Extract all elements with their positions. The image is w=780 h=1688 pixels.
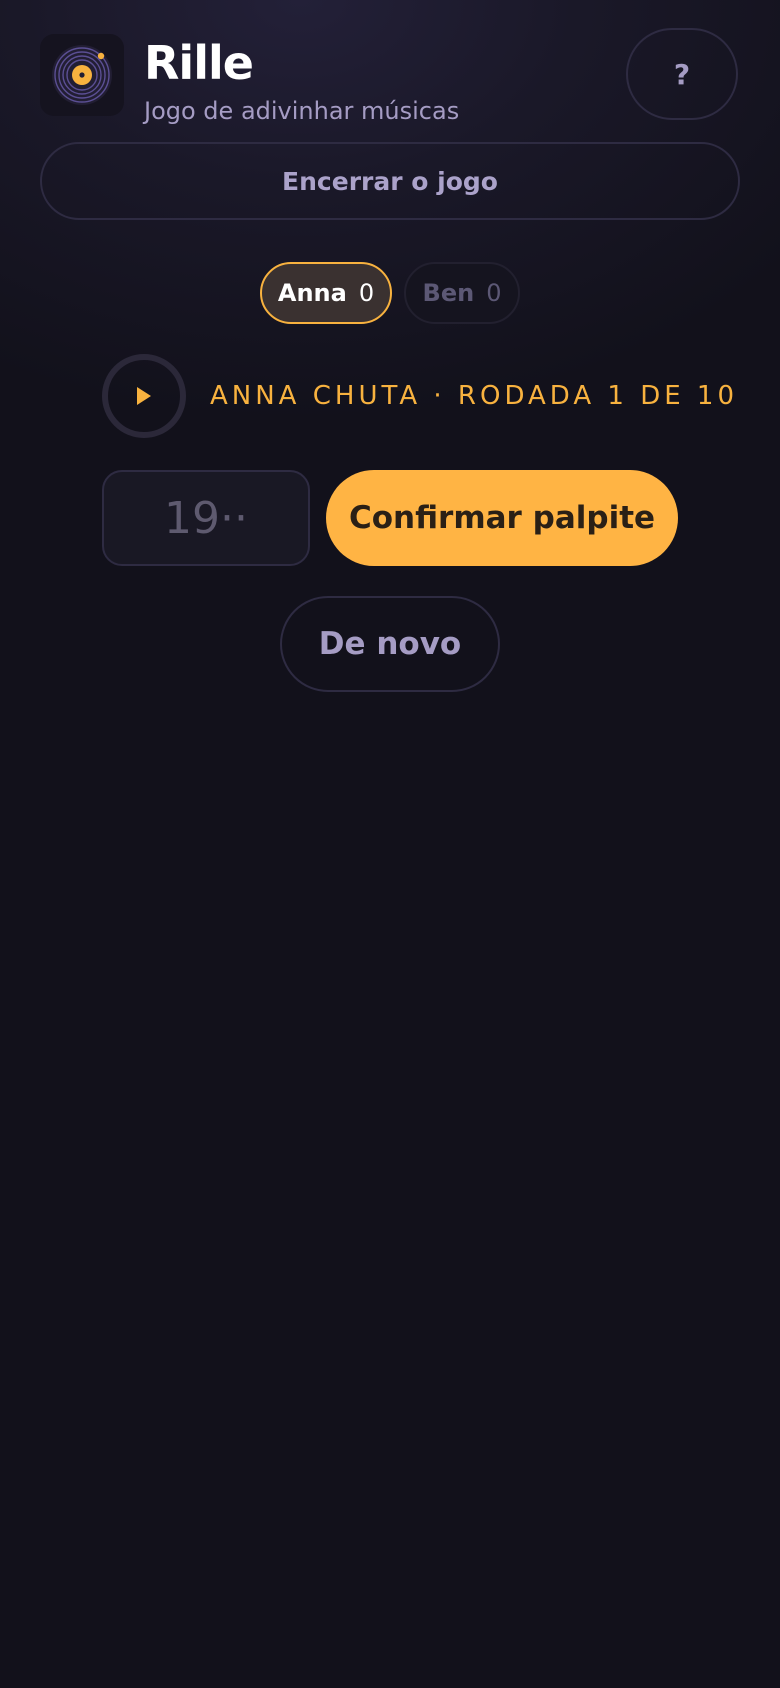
play-icon: [137, 387, 151, 405]
player-chip-ben[interactable]: Ben 0: [404, 262, 520, 324]
year-guess-input[interactable]: [102, 470, 310, 566]
app-title: Rille: [144, 36, 254, 90]
player-score: 0: [358, 279, 375, 307]
play-button[interactable]: [102, 354, 186, 438]
round-status: ANNA CHUTA · RODADA 1 DE 10: [210, 381, 739, 411]
player-score: 0: [486, 279, 502, 307]
end-game-label: Encerrar o jogo: [282, 166, 498, 196]
player-chip-anna[interactable]: Anna 0: [260, 262, 392, 324]
vinyl-record-icon: [40, 34, 124, 116]
replay-label: De novo: [318, 626, 462, 662]
app-header: Rille Jogo de adivinhar músicas ?: [40, 28, 740, 125]
help-button[interactable]: ?: [626, 28, 738, 120]
player-name: Ben: [422, 279, 475, 307]
app-subtitle: Jogo de adivinhar músicas: [144, 97, 460, 125]
replay-button[interactable]: De novo: [280, 596, 500, 692]
end-game-button[interactable]: Encerrar o jogo: [40, 142, 740, 220]
help-button-label: ?: [673, 57, 691, 91]
player-name: Anna: [277, 279, 347, 307]
confirm-guess-label: Confirmar palpite: [348, 500, 656, 536]
confirm-guess-button[interactable]: Confirmar palpite: [326, 470, 678, 566]
player-scores: Anna 0 Ben 0: [0, 262, 780, 324]
